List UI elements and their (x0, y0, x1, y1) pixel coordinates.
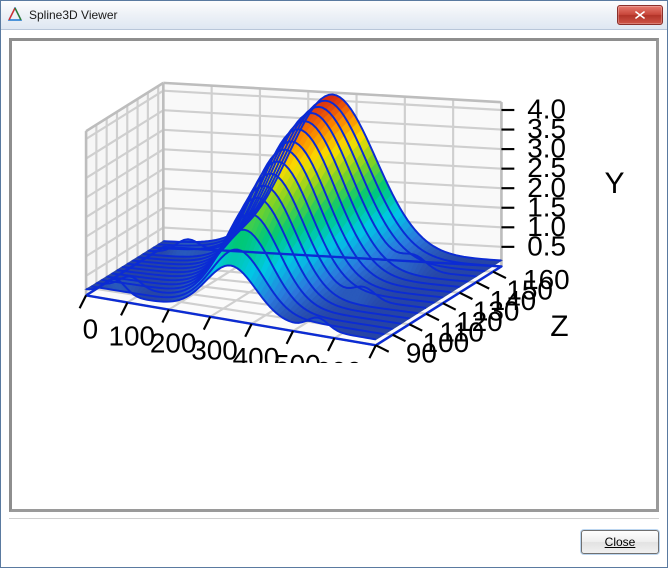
chart-panel: 0.51.01.52.02.53.03.54.0Y010020030040050… (9, 38, 659, 512)
titlebar[interactable]: Spline3D Viewer (1, 1, 667, 30)
svg-text:200: 200 (150, 328, 197, 359)
svg-text:160: 160 (523, 264, 570, 295)
svg-text:600: 600 (315, 356, 362, 363)
close-button[interactable]: Close (581, 530, 659, 554)
svg-text:400: 400 (233, 342, 280, 363)
svg-text:Y: Y (604, 167, 624, 200)
window-close-button[interactable] (617, 5, 663, 25)
client-area: 0.51.01.52.02.53.03.54.0Y010020030040050… (1, 30, 667, 567)
spline3d-chart[interactable]: 0.51.01.52.02.53.03.54.0Y010020030040050… (12, 41, 656, 363)
window-frame: Spline3D Viewer 0.51.01.52.02.53.03.54.0… (0, 0, 668, 568)
svg-text:500: 500 (274, 349, 321, 363)
svg-text:0: 0 (83, 313, 99, 344)
window-title: Spline3D Viewer (29, 8, 617, 22)
svg-text:Z: Z (550, 310, 568, 343)
svg-text:300: 300 (191, 335, 238, 363)
svg-text:100: 100 (108, 320, 155, 351)
svg-text:4.0: 4.0 (527, 94, 566, 125)
button-row: Close (9, 518, 659, 559)
app-icon (7, 7, 23, 23)
